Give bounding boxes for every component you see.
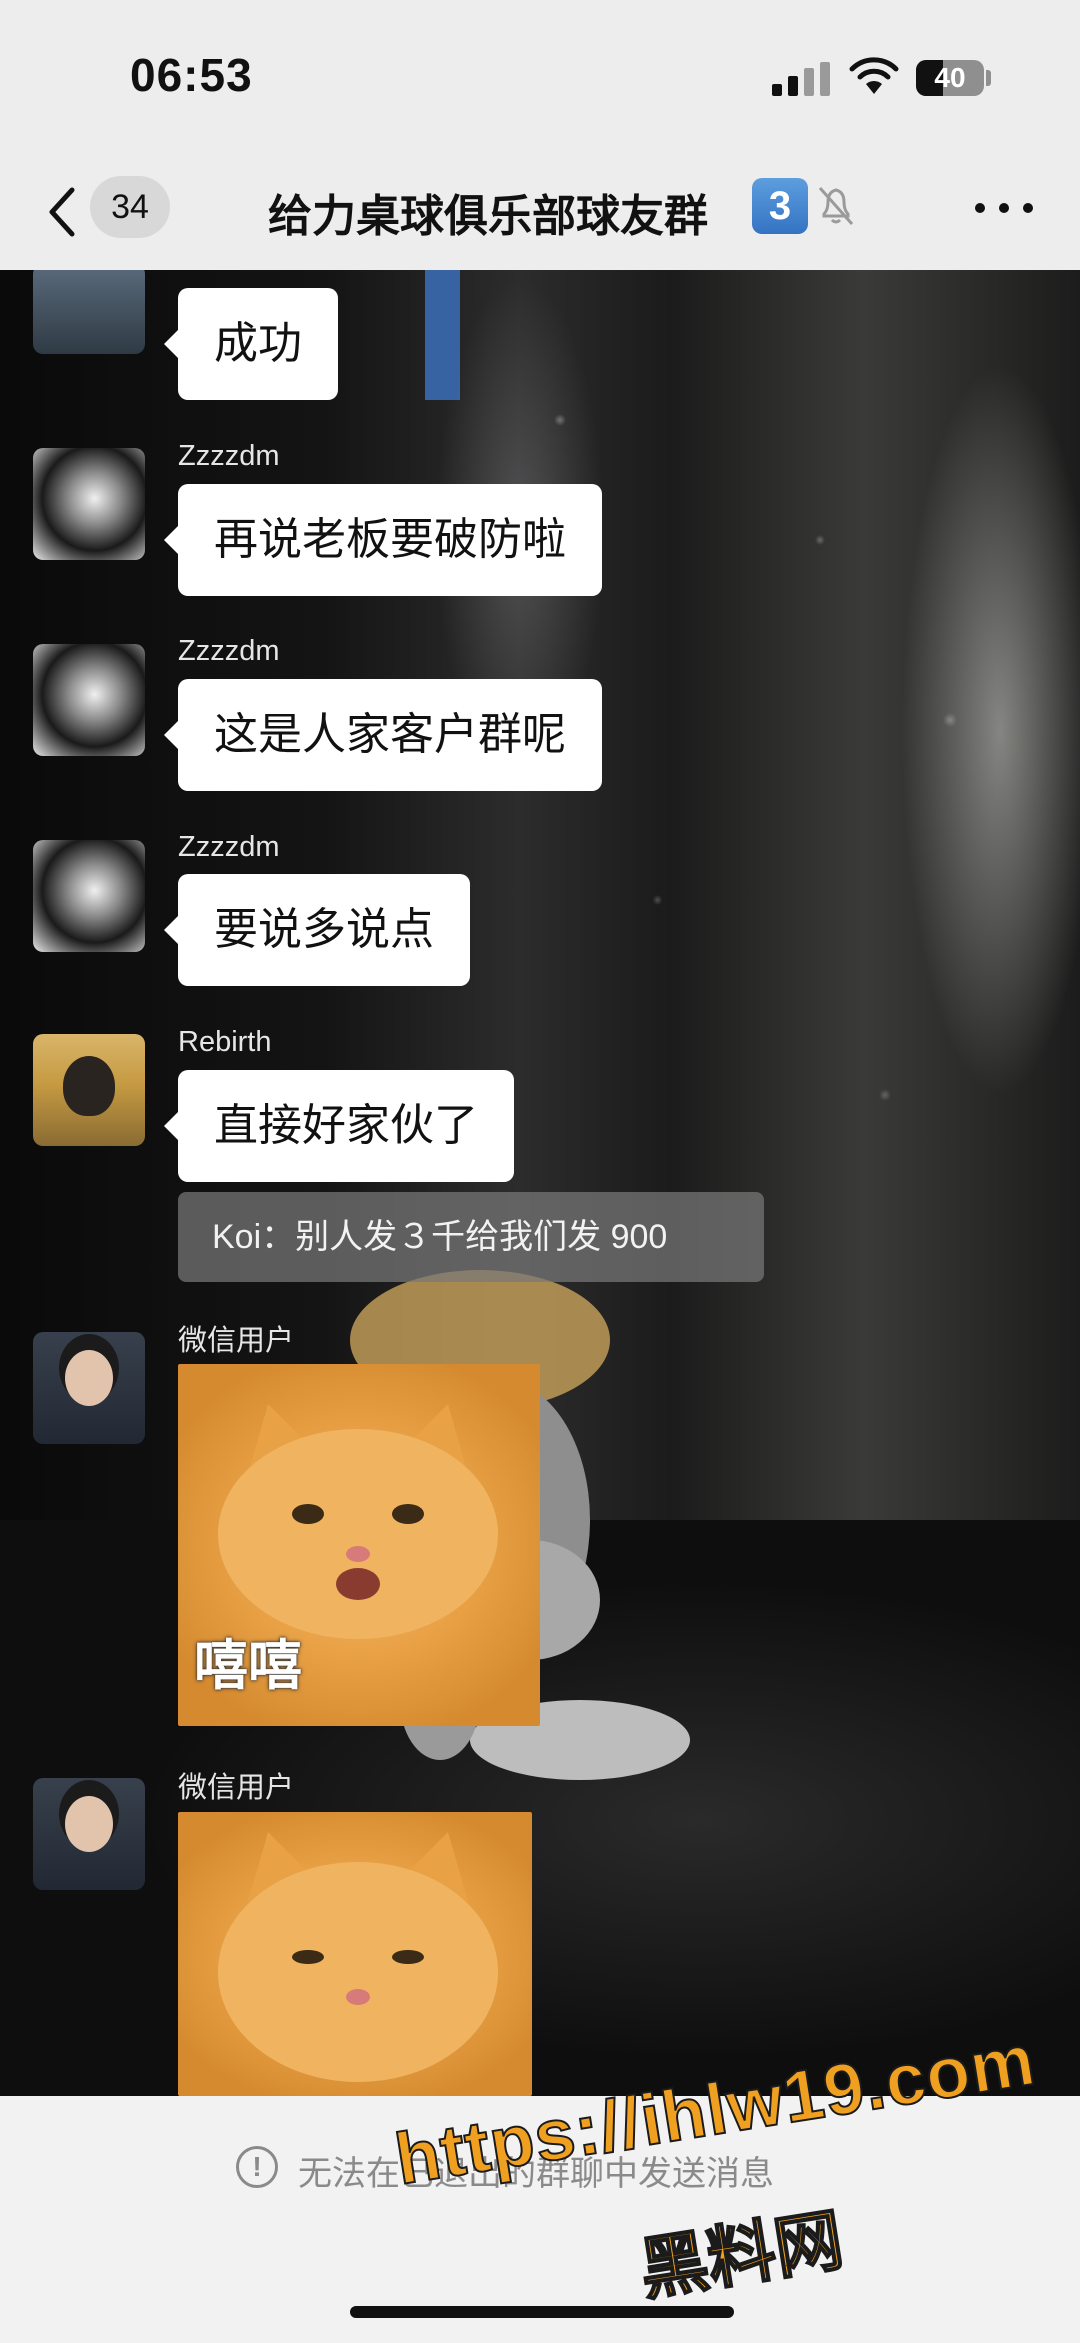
info-circle-icon: ! [236,2146,278,2188]
sticker-image[interactable] [178,1812,532,2096]
sticker-caption: 嘻嘻 [194,1636,302,1696]
battery-icon: 40 [916,60,984,96]
chat-message-list[interactable]: 成功 Zzzzdm 再说老板要破防啦 Zzzzdm 这是人家客户群呢 Zzzzd… [0,270,1080,2096]
message-bubble[interactable]: 要说多说点 [164,874,470,986]
chat-header: 34 给力桌球俱乐部球友群 3 [0,160,1080,270]
sender-name: Zzzzdm [178,831,280,863]
message-bubble[interactable]: 这是人家客户群呢 [164,679,602,791]
avatar[interactable] [33,448,145,560]
avatar[interactable] [33,840,145,952]
more-icon[interactable] [975,200,1033,216]
avatar[interactable] [33,270,145,354]
battery-level: 40 [934,62,966,93]
chat-title: 给力桌球俱乐部球友群 [268,192,708,241]
number-badge: 3 [752,178,808,234]
wifi-icon [849,57,899,94]
unread-count-badge[interactable]: 34 [90,176,170,238]
sender-name: Zzzzdm [178,635,280,667]
sender-name: 微信用户 [178,1772,295,1804]
cat-face-image [218,1832,498,2082]
sender-name: 微信用户 [178,1325,295,1357]
sender-name: Zzzzdm [178,440,280,472]
chevron-left-icon[interactable] [42,182,82,242]
avatar[interactable] [33,1034,145,1146]
status-time: 06:53 [130,49,253,101]
avatar[interactable] [33,644,145,756]
battery-tip [986,70,991,86]
bell-off-icon [818,187,854,225]
status-bar: 06:53 40 [0,0,1080,160]
message-bubble[interactable]: 再说老板要破防啦 [164,484,602,596]
avatar[interactable] [33,1778,145,1890]
signal-icon [772,62,832,96]
message-bubble[interactable]: 直接好家伙了 [164,1070,514,1182]
avatar[interactable] [33,1332,145,1444]
message-bubble[interactable]: 成功 [164,288,338,400]
sender-name: Rebirth [178,1026,272,1058]
cat-face-image [218,1404,498,1639]
sticker-image[interactable]: 嘻嘻 [178,1364,540,1726]
quoted-reply[interactable]: Koi：别人发３千给我们发 900 [178,1192,764,1282]
